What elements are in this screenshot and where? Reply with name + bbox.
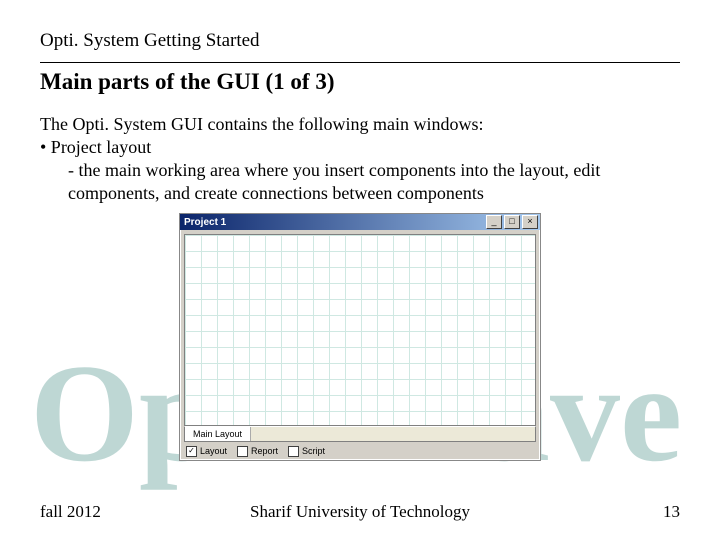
checkbox-layout-label: Layout (200, 446, 227, 456)
checkbox-script-label: Script (302, 446, 325, 456)
layout-canvas[interactable] (184, 234, 536, 426)
checkbox-script-box (288, 446, 299, 457)
window-titlebar: Project 1 _ □ × (180, 214, 540, 230)
divider (40, 62, 680, 63)
close-button[interactable]: × (522, 215, 538, 229)
minimize-button[interactable]: _ (486, 215, 502, 229)
tab-bar: Main Layout (184, 426, 536, 442)
footer-right: 13 (663, 502, 680, 522)
intro-text: The Opti. System GUI contains the follow… (40, 113, 680, 136)
footer-center: Sharif University of Technology (40, 502, 680, 522)
bullet-description: - the main working area where you insert… (68, 159, 680, 205)
bullet-project-layout: • Project layout (40, 136, 680, 159)
checkbox-report-label: Report (251, 446, 278, 456)
checkbox-script[interactable]: Script (288, 446, 325, 457)
checkbox-report[interactable]: Report (237, 446, 278, 457)
checkbox-report-box (237, 446, 248, 457)
project-layout-window: Project 1 _ □ × Main Layout ✓ Layout Rep… (179, 213, 541, 461)
maximize-button[interactable]: □ (504, 215, 520, 229)
slide-footer: fall 2012 Sharif University of Technolog… (40, 502, 680, 522)
window-caption: Project 1 (184, 217, 226, 228)
slide-title: Main parts of the GUI (1 of 3) (40, 69, 680, 95)
bottom-toolbar: ✓ Layout Report Script (184, 444, 536, 458)
checkbox-layout-box: ✓ (186, 446, 197, 457)
tab-main-layout[interactable]: Main Layout (185, 427, 251, 441)
slide-header: Opti. System Getting Started (40, 30, 680, 52)
checkbox-layout[interactable]: ✓ Layout (186, 446, 227, 457)
footer-left: fall 2012 (40, 502, 101, 522)
